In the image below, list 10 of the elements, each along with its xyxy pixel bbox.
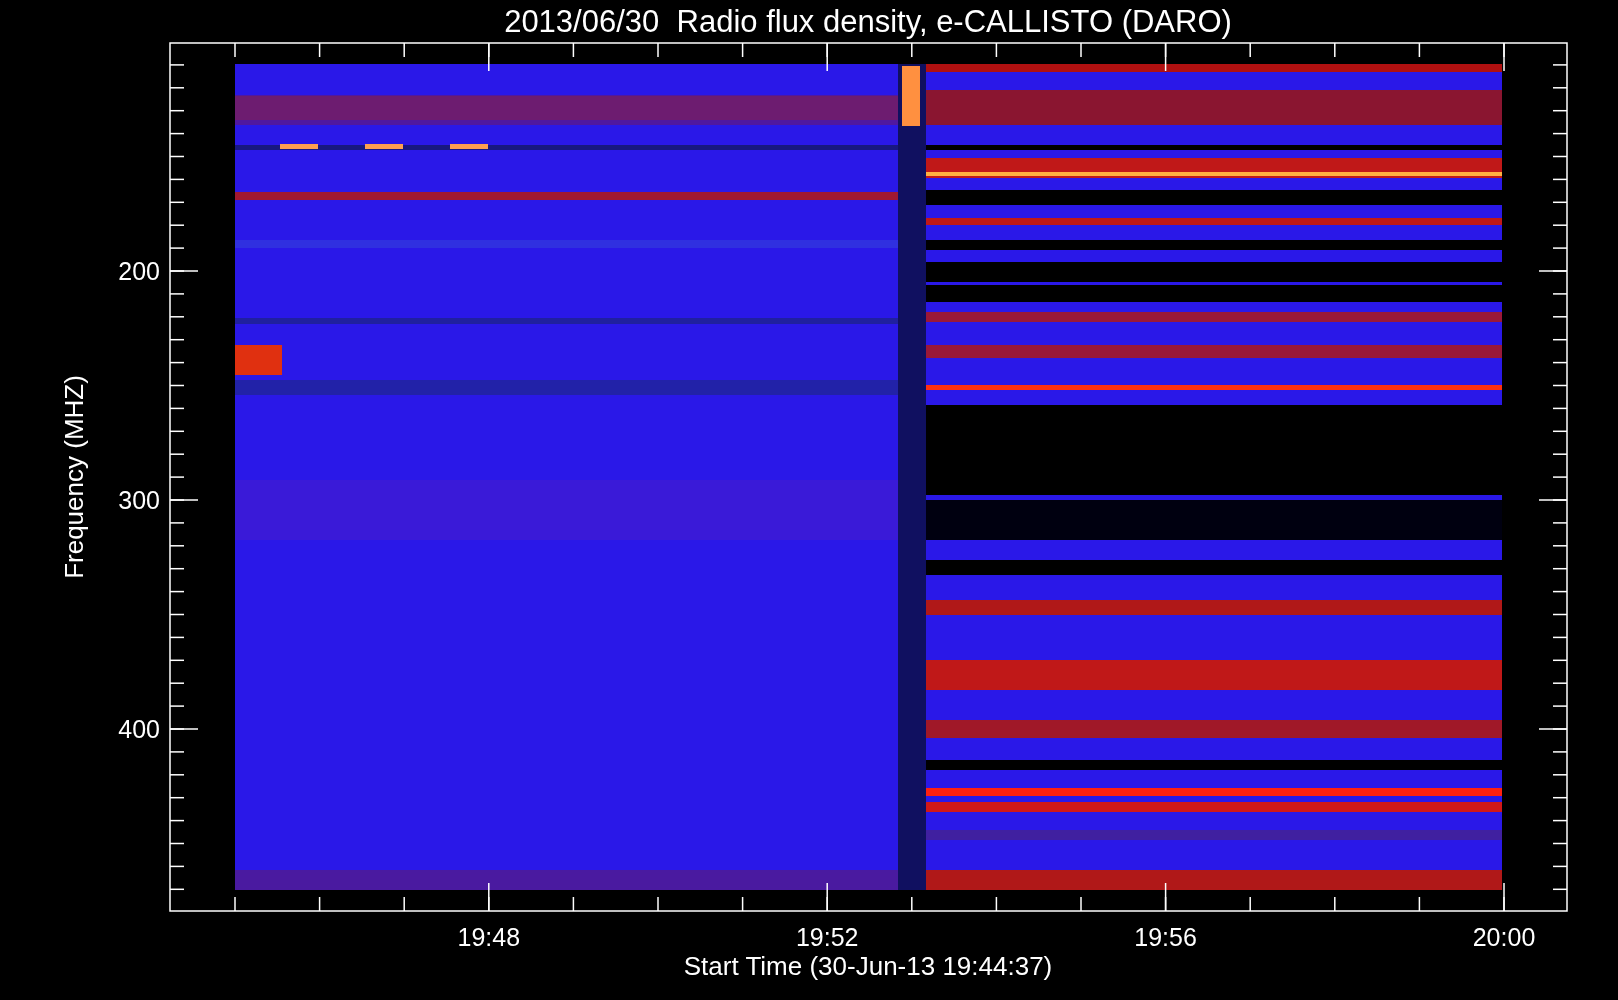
- tick-label: 19:48: [457, 923, 521, 951]
- plot-title: 2013/06/30 Radio flux density, e-CALLISTO (DARO): [504, 4, 1232, 39]
- axis-label: Frequency (MHZ): [59, 375, 89, 579]
- tick-label: 300: [118, 486, 160, 514]
- axis-label: Start Time (30-Jun-13 19:44:37): [683, 951, 1053, 981]
- tick-label: 19:52: [795, 923, 859, 951]
- tick-label: 200: [118, 257, 160, 285]
- tick-label: 19:56: [1134, 923, 1197, 951]
- tick-label: 400: [118, 715, 160, 743]
- tick-label: 20:00: [1472, 923, 1536, 951]
